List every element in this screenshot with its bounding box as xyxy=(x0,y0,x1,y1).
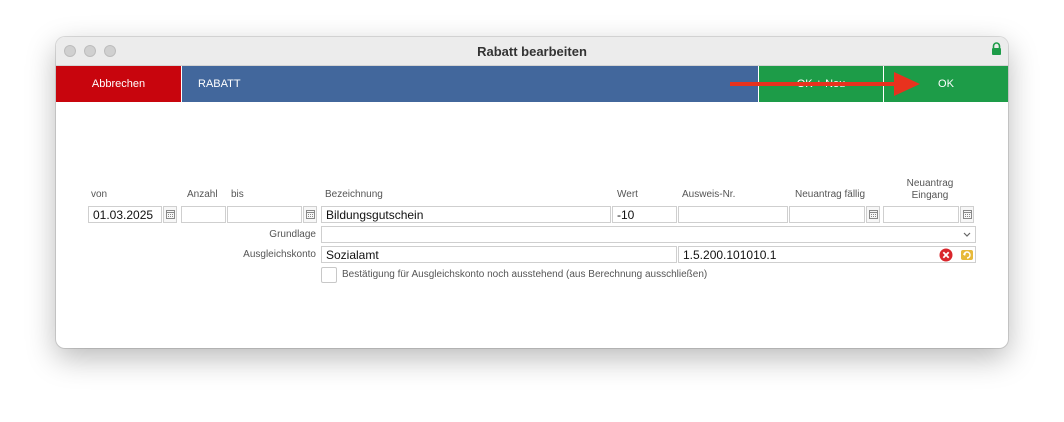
neuantrag-faellig-field[interactable] xyxy=(789,206,865,223)
chevron-down-icon[interactable] xyxy=(960,226,974,243)
pending-confirmation-checkbox[interactable] xyxy=(321,267,337,283)
label-neuantrag-eingang-line1: Neuantrag xyxy=(906,178,954,189)
label-neuantrag-faellig: Neuantrag fällig xyxy=(795,189,866,200)
label-von: von xyxy=(91,189,108,200)
neuantrag-eingang-field[interactable] xyxy=(883,206,959,223)
label-ausweis-nr: Ausweis-Nr. xyxy=(682,189,736,200)
wert-field[interactable]: -10 xyxy=(612,206,677,223)
window-title: Rabatt bearbeiten xyxy=(477,44,587,59)
neuantrag-eingang-calendar-button[interactable] xyxy=(960,206,974,223)
label-neuantrag-eingang-line2: Eingang xyxy=(911,190,949,201)
section-title: RABATT xyxy=(182,66,758,102)
label-ausgleichskonto: Ausgleichskonto xyxy=(243,249,316,260)
bezeichnung-field[interactable]: Bildungsgutschein xyxy=(321,206,611,223)
arrow-annotation xyxy=(730,72,920,96)
ausgleichskonto-name-field[interactable]: Sozialamt xyxy=(321,246,677,263)
lock-icon xyxy=(992,42,1001,55)
label-wert: Wert xyxy=(617,189,638,200)
lookup-icon[interactable] xyxy=(960,248,974,262)
von-date-field[interactable]: 01.03.2025 xyxy=(88,206,162,223)
dialog-window: Rabatt bearbeiten Abbrechen RABATT OK + … xyxy=(56,37,1008,348)
bis-date-field[interactable] xyxy=(227,206,302,223)
von-calendar-button[interactable] xyxy=(163,206,177,223)
calendar-icon xyxy=(869,210,878,219)
cancel-button[interactable]: Abbrechen xyxy=(56,66,181,102)
label-bezeichnung: Bezeichnung xyxy=(325,189,383,200)
calendar-icon xyxy=(963,210,972,219)
calendar-icon xyxy=(166,210,175,219)
anzahl-field[interactable] xyxy=(181,206,226,223)
title-bar: Rabatt bearbeiten xyxy=(56,37,1008,66)
pending-confirmation-label: Bestätigung für Ausgleichskonto noch aus… xyxy=(342,269,708,280)
ausweis-nr-field[interactable] xyxy=(678,206,788,223)
ausgleichskonto-nr-field[interactable]: 1.5.200.101010.1 xyxy=(678,246,976,263)
label-anzahl: Anzahl xyxy=(187,189,218,200)
label-bis: bis xyxy=(231,189,244,200)
grundlage-select[interactable] xyxy=(321,226,976,243)
neuantrag-faellig-calendar-button[interactable] xyxy=(866,206,880,223)
clear-icon[interactable] xyxy=(939,248,953,262)
bis-calendar-button[interactable] xyxy=(303,206,317,223)
label-grundlage: Grundlage xyxy=(269,229,316,240)
calendar-icon xyxy=(306,210,315,219)
